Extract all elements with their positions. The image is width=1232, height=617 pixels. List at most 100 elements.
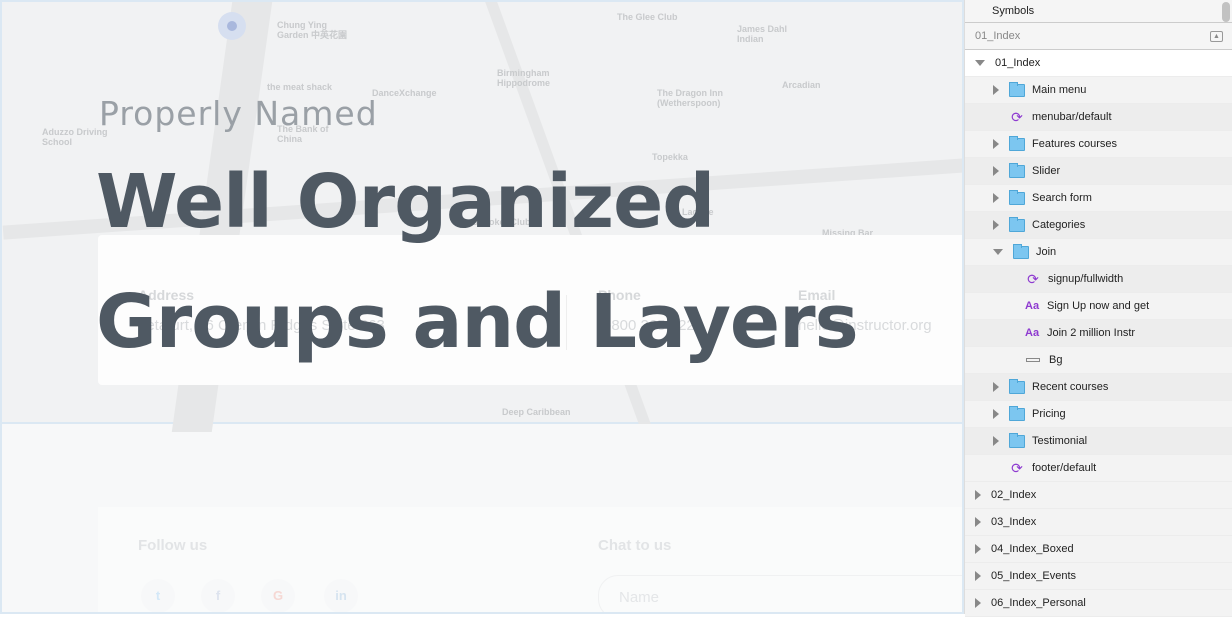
- layer-name: Categories: [1032, 219, 1086, 231]
- layer-row[interactable]: ⟳ signup/fullwidth: [965, 266, 1232, 293]
- google-icon[interactable]: G: [261, 579, 295, 612]
- follow-us-heading: Follow us: [138, 537, 208, 554]
- symbol-icon: ⟳: [1027, 270, 1039, 287]
- text-layer-icon: Aa: [1025, 300, 1040, 312]
- layer-row[interactable]: Search form: [965, 185, 1232, 212]
- disclosure-collapsed-icon[interactable]: [993, 409, 999, 419]
- map-label: The Dragon Inn (Wetherspoon): [657, 88, 723, 108]
- layer-row[interactable]: 01_Index: [965, 50, 1232, 77]
- layer-name: 01_Index: [995, 57, 1041, 69]
- disclosure-collapsed-icon[interactable]: [993, 436, 999, 446]
- layer-name: 06_Index_Personal: [991, 597, 1086, 609]
- layer-row[interactable]: Main menu: [965, 77, 1232, 104]
- layer-row[interactable]: Categories: [965, 212, 1232, 239]
- disclosure-collapsed-icon[interactable]: [993, 85, 999, 95]
- folder-icon: [1009, 162, 1025, 178]
- layer-row[interactable]: Testimonial: [965, 428, 1232, 455]
- disclosure-expanded-icon[interactable]: [993, 249, 1003, 255]
- layer-name: Testimonial: [1032, 435, 1088, 447]
- disclosure-collapsed-icon[interactable]: [975, 490, 981, 500]
- layer-name: Sign Up now and get: [1047, 300, 1150, 312]
- layer-row[interactable]: Aa Sign Up now and get: [965, 293, 1232, 320]
- disclosure-collapsed-icon[interactable]: [993, 166, 999, 176]
- collapse-icon[interactable]: ▲: [1210, 30, 1223, 42]
- layer-name: signup/fullwidth: [1048, 273, 1124, 285]
- disclosure-collapsed-icon[interactable]: [975, 598, 981, 608]
- folder-icon: [1009, 432, 1025, 448]
- page-name: 01_Index: [975, 30, 1021, 42]
- map-label: Chung Ying Garden 中英花園: [277, 20, 348, 40]
- folder-icon: [1009, 378, 1025, 394]
- chat-heading: Chat to us: [598, 537, 672, 554]
- layer-row[interactable]: Bg: [965, 347, 1232, 374]
- subtitle: Properly Named: [99, 94, 378, 133]
- disclosure-collapsed-icon[interactable]: [993, 382, 999, 392]
- map-label: DanceXchange: [372, 88, 437, 98]
- layer-row[interactable]: ⟳ menubar/default: [965, 104, 1232, 131]
- map-label: the meat shack: [267, 82, 333, 92]
- disclosure-collapsed-icon[interactable]: [975, 571, 981, 581]
- layer-name: 02_Index: [991, 489, 1037, 501]
- headline-line-2: Groups and Layers: [96, 279, 859, 365]
- layer-row[interactable]: 03_Index: [965, 509, 1232, 536]
- rectangle-icon: [1026, 358, 1040, 362]
- layer-row[interactable]: Slider: [965, 158, 1232, 185]
- canvas-artboard[interactable]: Chung Ying Garden 中英花園 The Glee Club James…: [0, 0, 964, 614]
- symbol-icon: ⟳: [1011, 459, 1023, 476]
- folder-icon: [1009, 216, 1025, 232]
- map-label: Deep Caribbean: [502, 407, 571, 417]
- text-layer-icon: Aa: [1025, 327, 1040, 339]
- scrollbar[interactable]: [1222, 2, 1230, 22]
- folder-icon: [1009, 135, 1025, 151]
- symbol-icon: ⟳: [1011, 108, 1023, 125]
- layer-row[interactable]: 05_Index_Events: [965, 563, 1232, 590]
- layer-name: Join: [1036, 246, 1057, 258]
- layer-name: Features courses: [1032, 138, 1117, 150]
- twitter-icon[interactable]: t: [141, 579, 175, 612]
- folder-icon: [1009, 81, 1025, 97]
- layer-row[interactable]: ⟳ footer/default: [965, 455, 1232, 482]
- layers-panel: Symbols 01_Index ▲ 01_Index Main menu ⟳ menu…: [964, 0, 1232, 617]
- layer-name: 05_Index_Events: [991, 570, 1077, 582]
- layer-name: 03_Index: [991, 516, 1037, 528]
- disclosure-collapsed-icon[interactable]: [993, 193, 999, 203]
- layer-row[interactable]: Aa Join 2 million Instr: [965, 320, 1232, 347]
- disclosure-collapsed-icon[interactable]: [993, 139, 999, 149]
- layer-row[interactable]: Pricing: [965, 401, 1232, 428]
- layer-name: Main menu: [1032, 84, 1087, 96]
- layer-row[interactable]: 04_Index_Boxed: [965, 536, 1232, 563]
- folder-icon: [1013, 243, 1029, 259]
- footer-section: Follow us Chat to us t f G in Name: [98, 507, 962, 612]
- symbols-label: Symbols: [992, 5, 1035, 17]
- map-label: The Glee Club: [617, 12, 678, 22]
- disclosure-collapsed-icon[interactable]: [975, 517, 981, 527]
- layer-row[interactable]: 06_Index_Personal: [965, 590, 1232, 617]
- layer-name: Slider: [1032, 165, 1061, 177]
- location-pin-icon: [218, 12, 246, 40]
- facebook-icon[interactable]: f: [201, 579, 235, 612]
- name-input[interactable]: Name: [598, 575, 962, 612]
- linkedin-icon[interactable]: in: [324, 579, 358, 612]
- symbols-page-item[interactable]: Symbols: [965, 0, 1232, 23]
- map-label: Birmingham Hippodrome: [497, 68, 550, 88]
- disclosure-collapsed-icon[interactable]: [975, 544, 981, 554]
- disclosure-expanded-icon[interactable]: [975, 60, 985, 66]
- layer-name: Pricing: [1032, 408, 1066, 420]
- layer-name: menubar/default: [1032, 111, 1112, 123]
- headline-line-1: Well Organized: [96, 159, 715, 245]
- headline: Well Organized Groups and Layers: [96, 142, 859, 382]
- layer-row[interactable]: Recent courses: [965, 374, 1232, 401]
- layer-row[interactable]: 02_Index: [965, 482, 1232, 509]
- layer-name: footer/default: [1032, 462, 1097, 474]
- layer-row[interactable]: Features courses: [965, 131, 1232, 158]
- layer-name: 04_Index_Boxed: [991, 543, 1074, 555]
- layer-name: Recent courses: [1032, 381, 1109, 393]
- folder-icon: [1009, 405, 1025, 421]
- map-label: Arcadian: [782, 80, 821, 90]
- layer-row[interactable]: Join: [965, 239, 1232, 266]
- layer-name: Bg: [1049, 354, 1063, 366]
- disclosure-collapsed-icon[interactable]: [993, 220, 999, 230]
- current-page-header[interactable]: 01_Index ▲: [965, 23, 1232, 50]
- folder-icon: [1009, 189, 1025, 205]
- layer-name: Join 2 million Instr: [1047, 327, 1136, 339]
